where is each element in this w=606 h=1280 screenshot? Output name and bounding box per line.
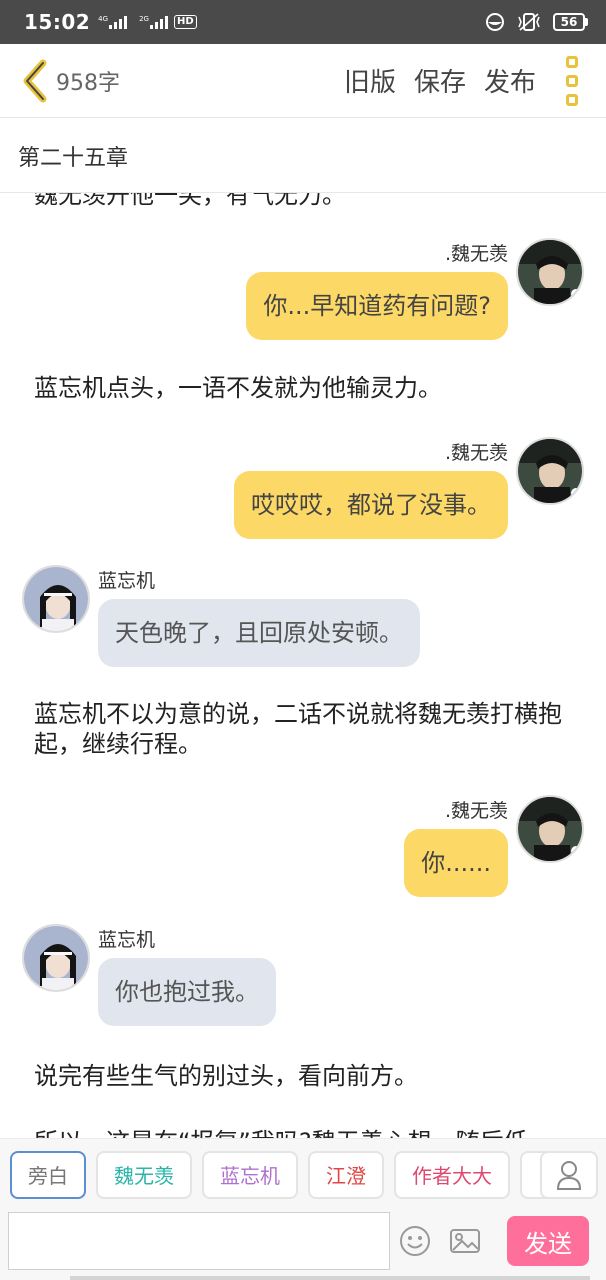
role-chip-author[interactable]: 作者大大 [394,1150,510,1199]
message-lan-2: 蓝忘机 你也抱过我。 [22,924,276,1026]
old-version-button[interactable]: 旧版 [344,62,396,99]
sender-name: 蓝忘机 [98,929,156,951]
message-lan-1: 蓝忘机 天色晚了，且回原处安顿。 [22,565,420,667]
chat-content[interactable]: 魏无羡开他一笑，有气无力。 .魏无羡 你...早知道药有问题? 蓝忘机点头，一语… [0,193,606,1138]
signal-1-icon: 4G [98,15,131,29]
narration-partial: 所以，这是在“报复”我吗?魏无羡心想，随后低 [34,1127,574,1138]
battery-level: 56 [553,13,585,31]
message-bubble[interactable]: 你也抱过我。 [98,958,276,1026]
bottom-divider [70,1276,590,1280]
user-profile-icon[interactable] [540,1151,598,1199]
message-wei-3: .魏无羡 你...... [404,795,584,897]
narration-1: 蓝忘机点头，一语不发就为他输灵力。 [34,374,442,402]
back-chevron-icon[interactable] [12,53,56,109]
network-type-2: 2G [139,15,149,23]
status-bar: 15:02 4G 2G HD 56 [0,0,606,44]
image-icon[interactable] [448,1224,482,1258]
role-selector: 旁白 魏无羡 蓝忘机 江澄 作者大大 [0,1138,606,1210]
avatar-lan[interactable] [22,565,90,633]
network-type-1: 4G [98,15,109,23]
vibrate-icon [515,12,543,32]
eye-comfort-icon [485,12,505,32]
message-bubble[interactable]: 天色晚了，且回原处安顿。 [98,599,420,667]
role-chip-jiang[interactable]: 江澄 [308,1150,384,1199]
sender-name: .魏无羡 [444,442,508,464]
avatar-wei[interactable] [516,238,584,306]
narration-3: 说完有些生气的别过头，看向前方。 [34,1062,418,1090]
save-button[interactable]: 保存 [414,62,466,99]
message-input[interactable] [8,1212,390,1270]
more-menu-icon[interactable] [554,53,590,109]
narration-clipped: 魏无羡开他一笑，有气无力。 [34,193,346,209]
word-count: 958字 [56,70,120,96]
sender-name: .魏无羡 [444,243,508,265]
sender-name: .魏无羡 [444,800,508,822]
composer: 发送 [0,1210,606,1280]
role-chip-lan[interactable]: 蓝忘机 [202,1150,298,1199]
message-wei-2: .魏无羡 哎哎哎，都说了没事。 [234,437,584,539]
battery-icon: 56 [553,13,588,31]
sender-name: 蓝忘机 [98,570,156,592]
role-chip-wei[interactable]: 魏无羡 [96,1150,192,1199]
message-wei-1: .魏无羡 你...早知道药有问题? [246,238,584,340]
avatar-wei[interactable] [516,795,584,863]
chapter-title[interactable]: 第二十五章 [0,119,606,193]
message-bubble[interactable]: 你...早知道药有问题? [246,272,508,340]
publish-button[interactable]: 发布 [484,62,536,99]
status-time: 15:02 [24,10,91,34]
send-button[interactable]: 发送 [507,1216,589,1266]
signal-2-icon: 2G [139,15,172,29]
avatar-lan[interactable] [22,924,90,992]
editor-toolbar: 958字 旧版 保存 发布 [0,44,606,118]
role-chip-narrator[interactable]: 旁白 [10,1150,86,1199]
avatar-wei[interactable] [516,437,584,505]
hd-badge: HD [173,15,197,29]
message-bubble[interactable]: 哎哎哎，都说了没事。 [234,471,508,539]
emoji-icon[interactable] [398,1224,432,1258]
narration-2: 蓝忘机不以为意的说，二话不说就将魏无羡打横抱起，继续行程。 [34,700,562,758]
message-bubble[interactable]: 你...... [404,829,508,897]
